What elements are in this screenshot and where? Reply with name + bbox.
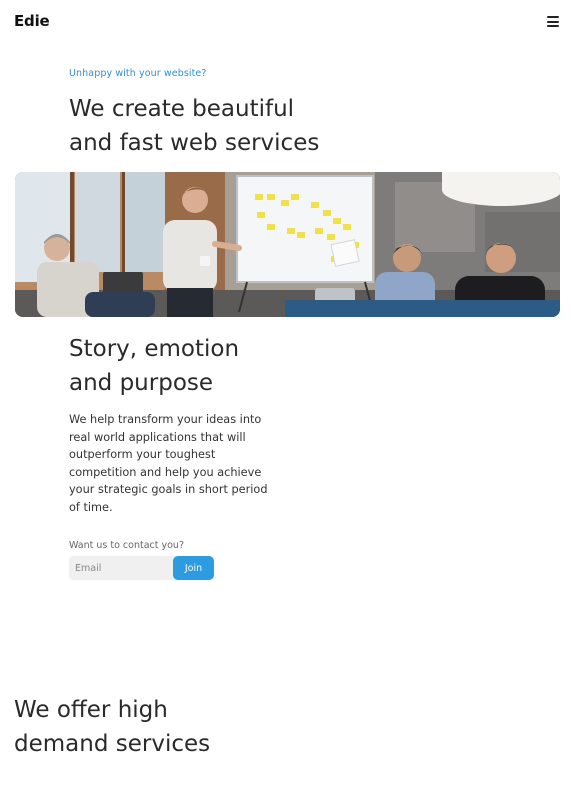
landing-page: Edie Unhappy with your website? We creat… (0, 0, 571, 785)
story-title: Story, emotion and purpose (69, 332, 309, 400)
menu-line (547, 20, 559, 23)
story-title-line1: Story, emotion (69, 336, 240, 362)
menu-line (547, 25, 559, 27)
join-button[interactable]: Join (173, 556, 214, 580)
services-title: We offer high demand services (14, 693, 274, 761)
hero-eyebrow: Unhappy with your website? (69, 68, 207, 79)
hamburger-menu-icon[interactable] (547, 16, 559, 27)
hero-title: We create beautiful and fast web services (69, 92, 369, 160)
email-field[interactable] (69, 556, 181, 580)
hero-title-line1: We create beautiful (69, 96, 295, 122)
hero-team-photo (15, 172, 560, 317)
logo[interactable]: Edie (14, 12, 50, 30)
story-body: We help transform your ideas into real w… (69, 413, 268, 514)
top-bar: Edie (0, 0, 571, 44)
contact-label: Want us to contact you? (69, 540, 184, 551)
menu-line (547, 16, 559, 18)
story-title-line2: and purpose (69, 370, 214, 396)
team-meeting-illustration (15, 172, 560, 317)
hero-title-line2: and fast web services (69, 130, 320, 156)
services-title-line1: We offer high (14, 697, 168, 723)
services-title-line2: demand services (14, 731, 211, 757)
